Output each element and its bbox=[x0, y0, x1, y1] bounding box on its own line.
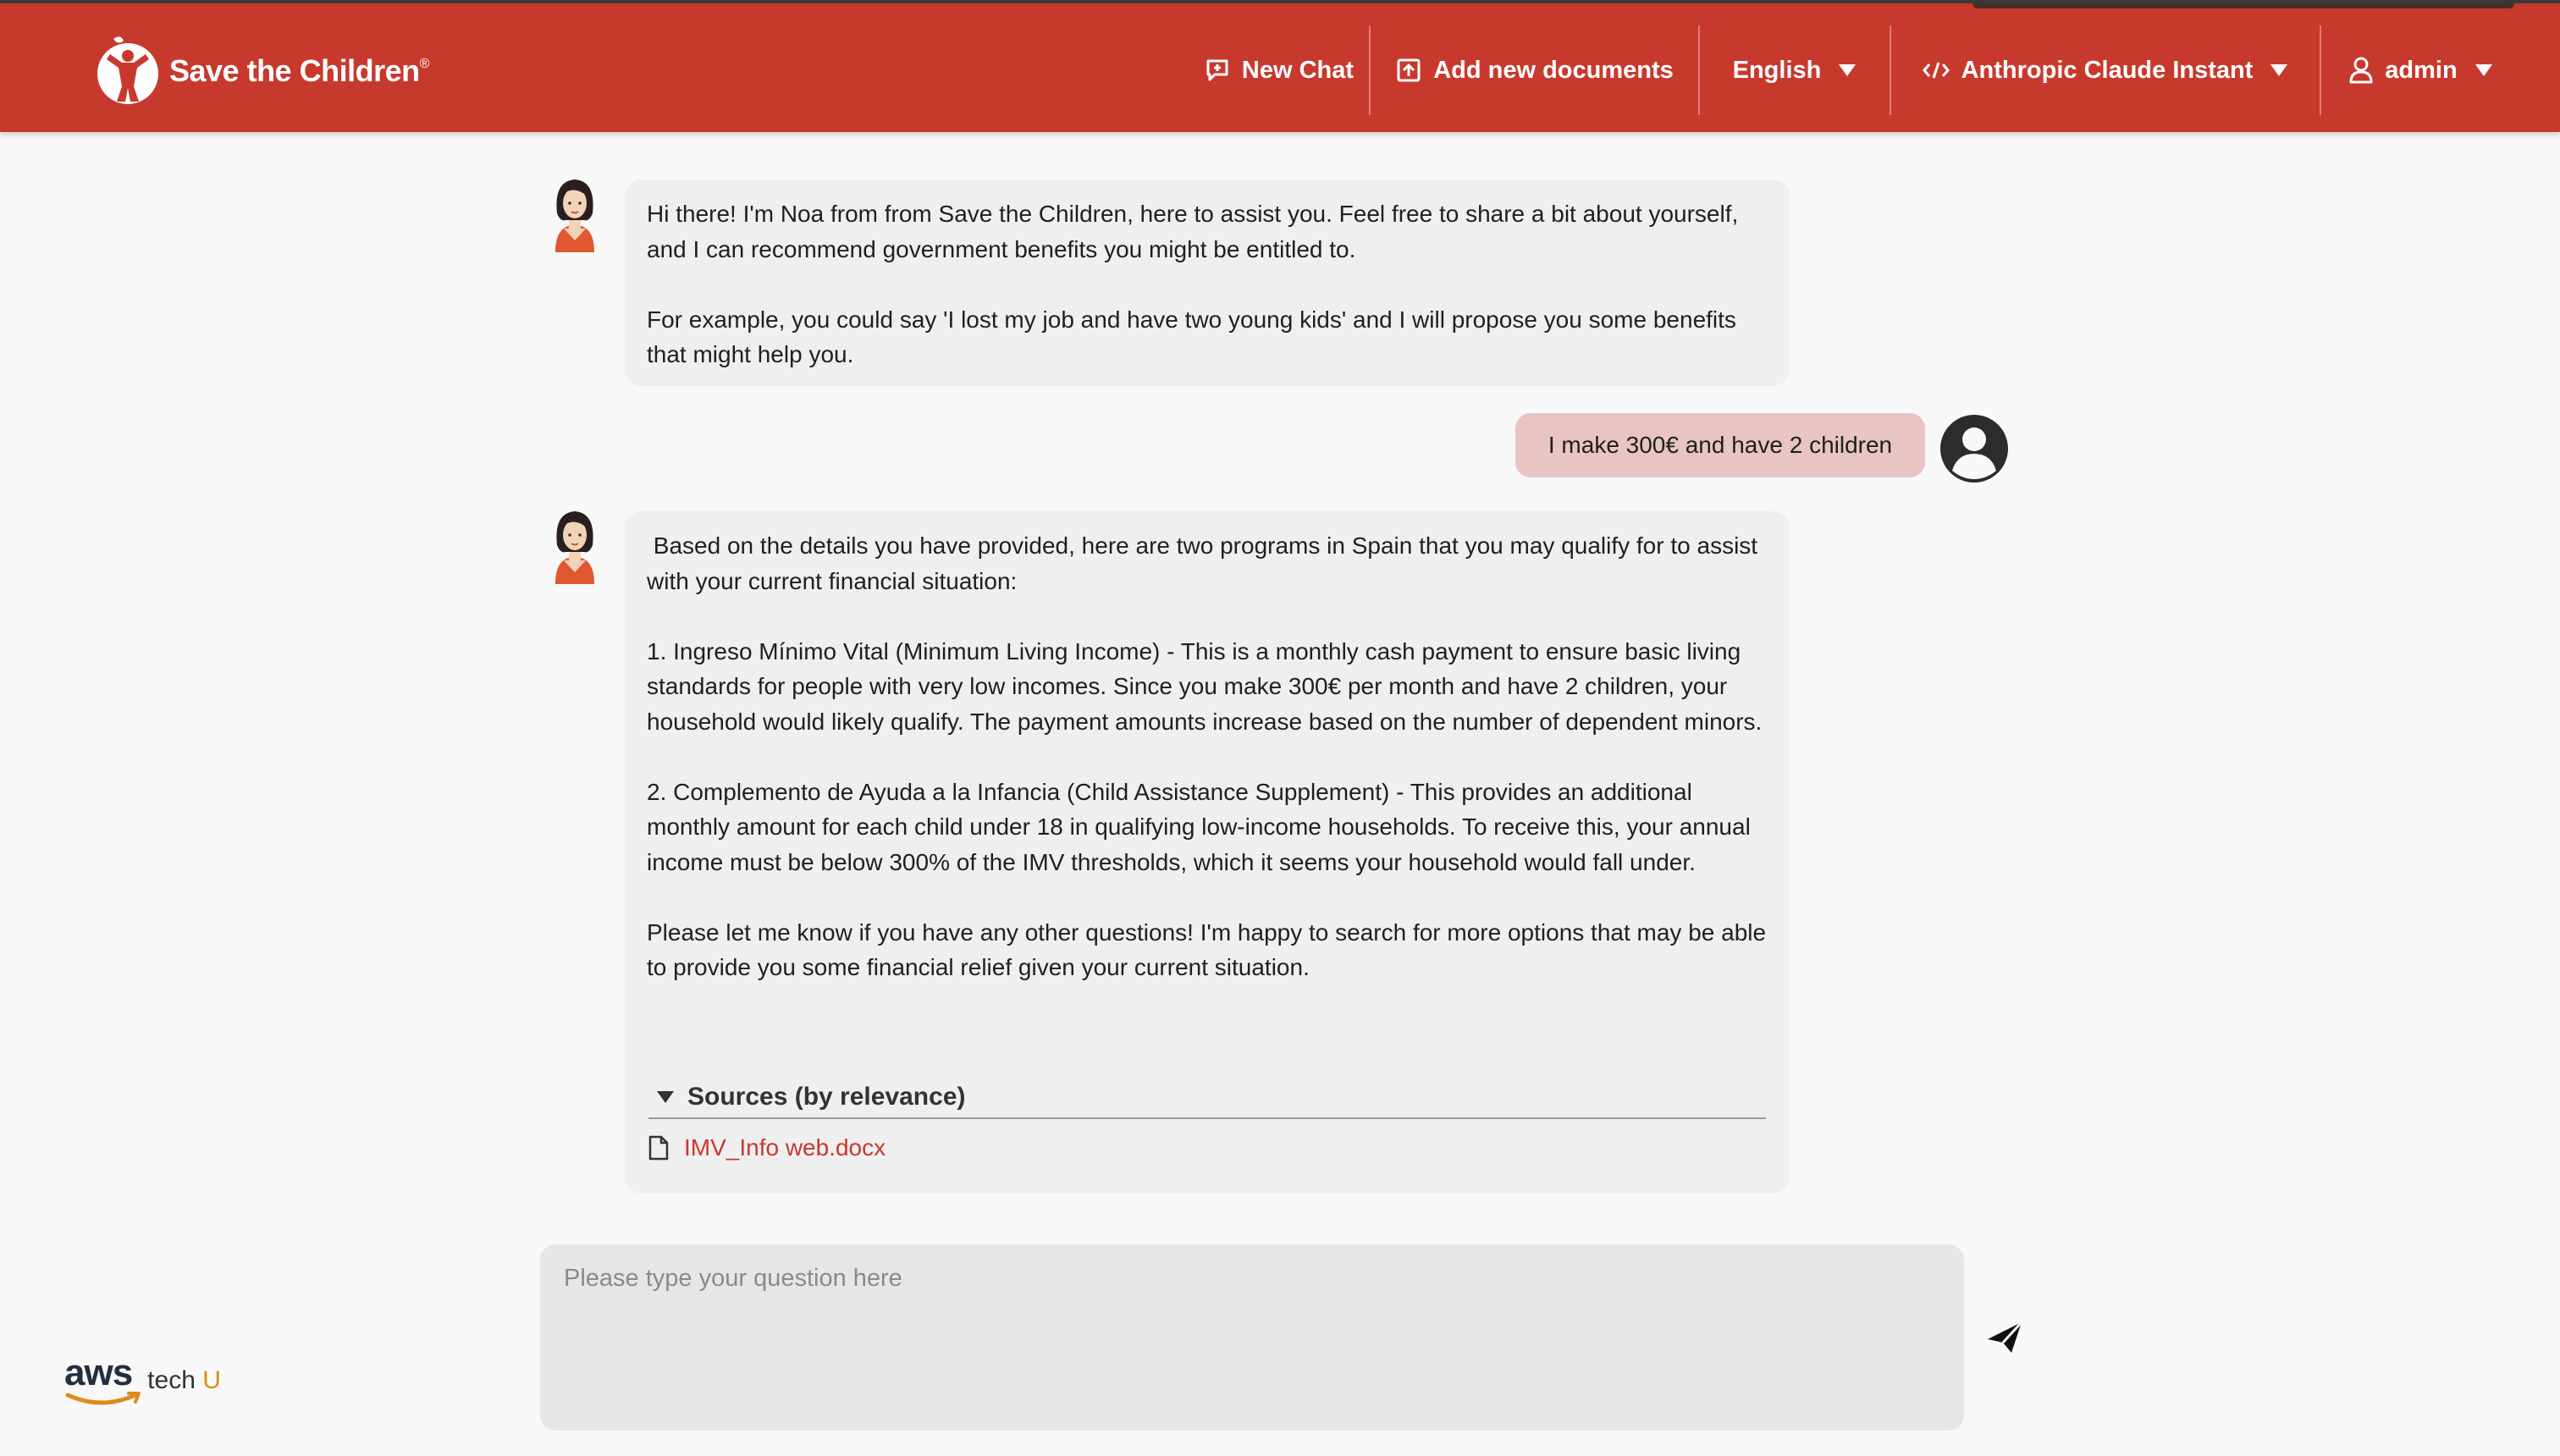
document-icon bbox=[648, 1135, 669, 1161]
source-document-name: IMV_Info web.docx bbox=[684, 1134, 886, 1161]
new-chat-label: New Chat bbox=[1241, 56, 1354, 84]
tech-u-letter: U bbox=[202, 1366, 221, 1394]
add-documents-button[interactable]: Add new documents bbox=[1371, 25, 1698, 115]
aws-logo: aws bbox=[64, 1352, 141, 1405]
message-paragraph: Hi there! I'm Noa from from Save the Chi… bbox=[647, 201, 1739, 262]
user-avatar-icon bbox=[1940, 415, 2008, 483]
user-menu-dropdown[interactable]: admin bbox=[2321, 25, 2521, 115]
assistant-message-bubble: Hi there! I'm Noa from from Save the Chi… bbox=[625, 179, 1790, 386]
send-button[interactable] bbox=[1984, 1317, 2025, 1358]
user-icon bbox=[2349, 57, 2373, 84]
language-label: English bbox=[1732, 56, 1822, 84]
language-dropdown[interactable]: English bbox=[1700, 25, 1890, 115]
question-input[interactable] bbox=[540, 1244, 1964, 1431]
message-paragraph: Based on the details you have provided, … bbox=[647, 532, 1764, 594]
upload-icon bbox=[1397, 58, 1421, 82]
message-paragraph: Please let me know if you have any other… bbox=[647, 918, 1767, 981]
nav-divider bbox=[1369, 25, 1371, 115]
top-navbar: Save the Children® New Chat Add new docu… bbox=[0, 0, 2560, 132]
brand-logo[interactable]: Save the Children® bbox=[95, 36, 429, 107]
user-message-text: I make 300€ and have 2 children bbox=[1548, 432, 1893, 458]
sources-toggle[interactable]: Sources (by relevance) bbox=[648, 1077, 1766, 1119]
aws-wordmark: aws bbox=[64, 1352, 133, 1393]
tech-text: tech bbox=[147, 1366, 203, 1394]
navbar-top-shadow bbox=[1972, 3, 2514, 8]
user-message-bubble: I make 300€ and have 2 children bbox=[1515, 413, 1925, 477]
chat-plus-icon bbox=[1206, 59, 1228, 81]
brand-name: Save the Children® bbox=[169, 53, 429, 89]
chevron-down-icon bbox=[2270, 64, 2288, 76]
model-label: Anthropic Claude Instant bbox=[1961, 56, 2254, 84]
user-label: admin bbox=[2385, 56, 2458, 84]
aws-tech-u-logo: aws tech U bbox=[64, 1352, 221, 1405]
registered-mark: ® bbox=[419, 57, 430, 71]
new-chat-button[interactable]: New Chat bbox=[1185, 25, 1373, 115]
source-document-link[interactable]: IMV_Info web.docx bbox=[648, 1131, 886, 1165]
model-dropdown[interactable]: Anthropic Claude Instant bbox=[1891, 25, 2320, 115]
code-icon bbox=[1922, 62, 1950, 79]
chevron-down-icon bbox=[2474, 64, 2492, 76]
message-paragraph: 2. Complemento de Ayuda a la Infancia (C… bbox=[647, 778, 1751, 875]
caret-down-icon bbox=[657, 1091, 674, 1103]
message-paragraph: For example, you could say 'I lost my jo… bbox=[647, 306, 1736, 368]
brand-name-text: Save the Children bbox=[169, 53, 420, 88]
assistant-avatar-icon bbox=[555, 511, 594, 584]
sources-label: Sources (by relevance) bbox=[687, 1083, 966, 1111]
message-paragraph: 1. Ingreso Mínimo Vital (Minimum Living … bbox=[647, 637, 1763, 735]
tech-u-label: tech U bbox=[147, 1366, 221, 1395]
send-icon bbox=[1988, 1321, 2023, 1353]
assistant-avatar-icon bbox=[555, 179, 594, 252]
add-documents-label: Add new documents bbox=[1433, 56, 1674, 84]
aws-smile-icon bbox=[65, 1392, 141, 1405]
chevron-down-icon bbox=[1839, 64, 1857, 76]
save-the-children-logo-icon bbox=[97, 36, 158, 104]
